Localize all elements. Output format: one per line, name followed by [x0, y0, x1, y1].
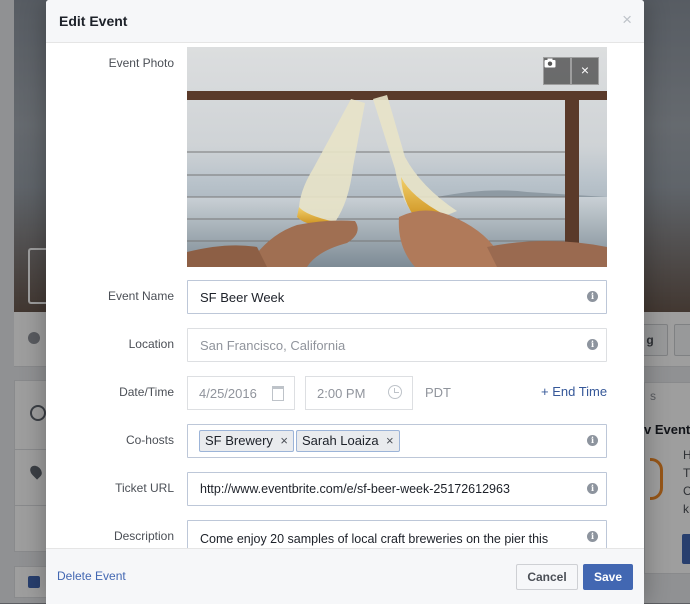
info-icon[interactable]: i — [587, 483, 598, 494]
dialog-footer: Delete Event Cancel Save — [46, 548, 644, 604]
timezone-label: PDT — [425, 385, 451, 400]
delete-event-link[interactable]: Delete Event — [57, 569, 126, 583]
edit-event-dialog: Edit Event × Event Photo × Event Name SF… — [46, 0, 644, 604]
dialog-title: Edit Event — [59, 13, 128, 29]
calendar-icon — [272, 386, 284, 401]
info-icon[interactable]: i — [587, 435, 598, 446]
description-value: Come enjoy 20 samples of local craft bre… — [200, 532, 549, 546]
remove-cohost-icon[interactable]: × — [280, 431, 288, 451]
remove-cohost-icon[interactable]: × — [386, 431, 394, 451]
save-button[interactable]: Save — [583, 564, 633, 590]
date-value: 4/25/2016 — [199, 386, 257, 401]
cancel-button[interactable]: Cancel — [516, 564, 578, 590]
event-photo[interactable]: × — [187, 47, 607, 267]
remove-photo-button[interactable]: × — [571, 57, 599, 85]
clock-icon — [388, 385, 402, 399]
info-icon[interactable]: i — [587, 339, 598, 350]
event-photo-label: Event Photo — [108, 56, 174, 70]
time-value: 2:00 PM — [317, 386, 366, 401]
datetime-label: Date/Time — [119, 385, 174, 399]
event-name-value: SF Beer Week — [200, 290, 285, 305]
cohost-name: Sarah Loaiza — [302, 433, 379, 448]
event-name-field[interactable]: SF Beer Week i — [187, 280, 607, 314]
location-placeholder: San Francisco, California — [200, 338, 346, 353]
location-field[interactable]: San Francisco, California i — [187, 328, 607, 362]
add-end-time-link[interactable]: + End Time — [541, 384, 607, 399]
date-field[interactable]: 4/25/2016 — [187, 376, 295, 410]
camera-icon[interactable] — [543, 57, 571, 85]
description-label: Description — [113, 529, 174, 543]
cohosts-label: Co-hosts — [125, 433, 174, 447]
info-icon[interactable]: i — [587, 531, 598, 542]
ticket-url-label: Ticket URL — [115, 481, 174, 495]
ticket-url-field[interactable]: http://www.eventbrite.com/e/sf-beer-week… — [187, 472, 607, 506]
close-icon[interactable]: × — [622, 11, 632, 29]
event-name-label: Event Name — [107, 289, 174, 303]
cohost-token: SF Brewery × — [199, 430, 294, 452]
cohost-name: SF Brewery — [205, 433, 273, 448]
dialog-header: Edit Event × — [46, 0, 644, 43]
cohosts-field[interactable]: SF Brewery × Sarah Loaiza × i — [187, 424, 607, 458]
time-field[interactable]: 2:00 PM — [305, 376, 413, 410]
cohost-token: Sarah Loaiza × — [296, 430, 400, 452]
location-label: Location — [128, 337, 174, 351]
ticket-url-value: http://www.eventbrite.com/e/sf-beer-week… — [200, 482, 510, 496]
info-icon[interactable]: i — [587, 291, 598, 302]
